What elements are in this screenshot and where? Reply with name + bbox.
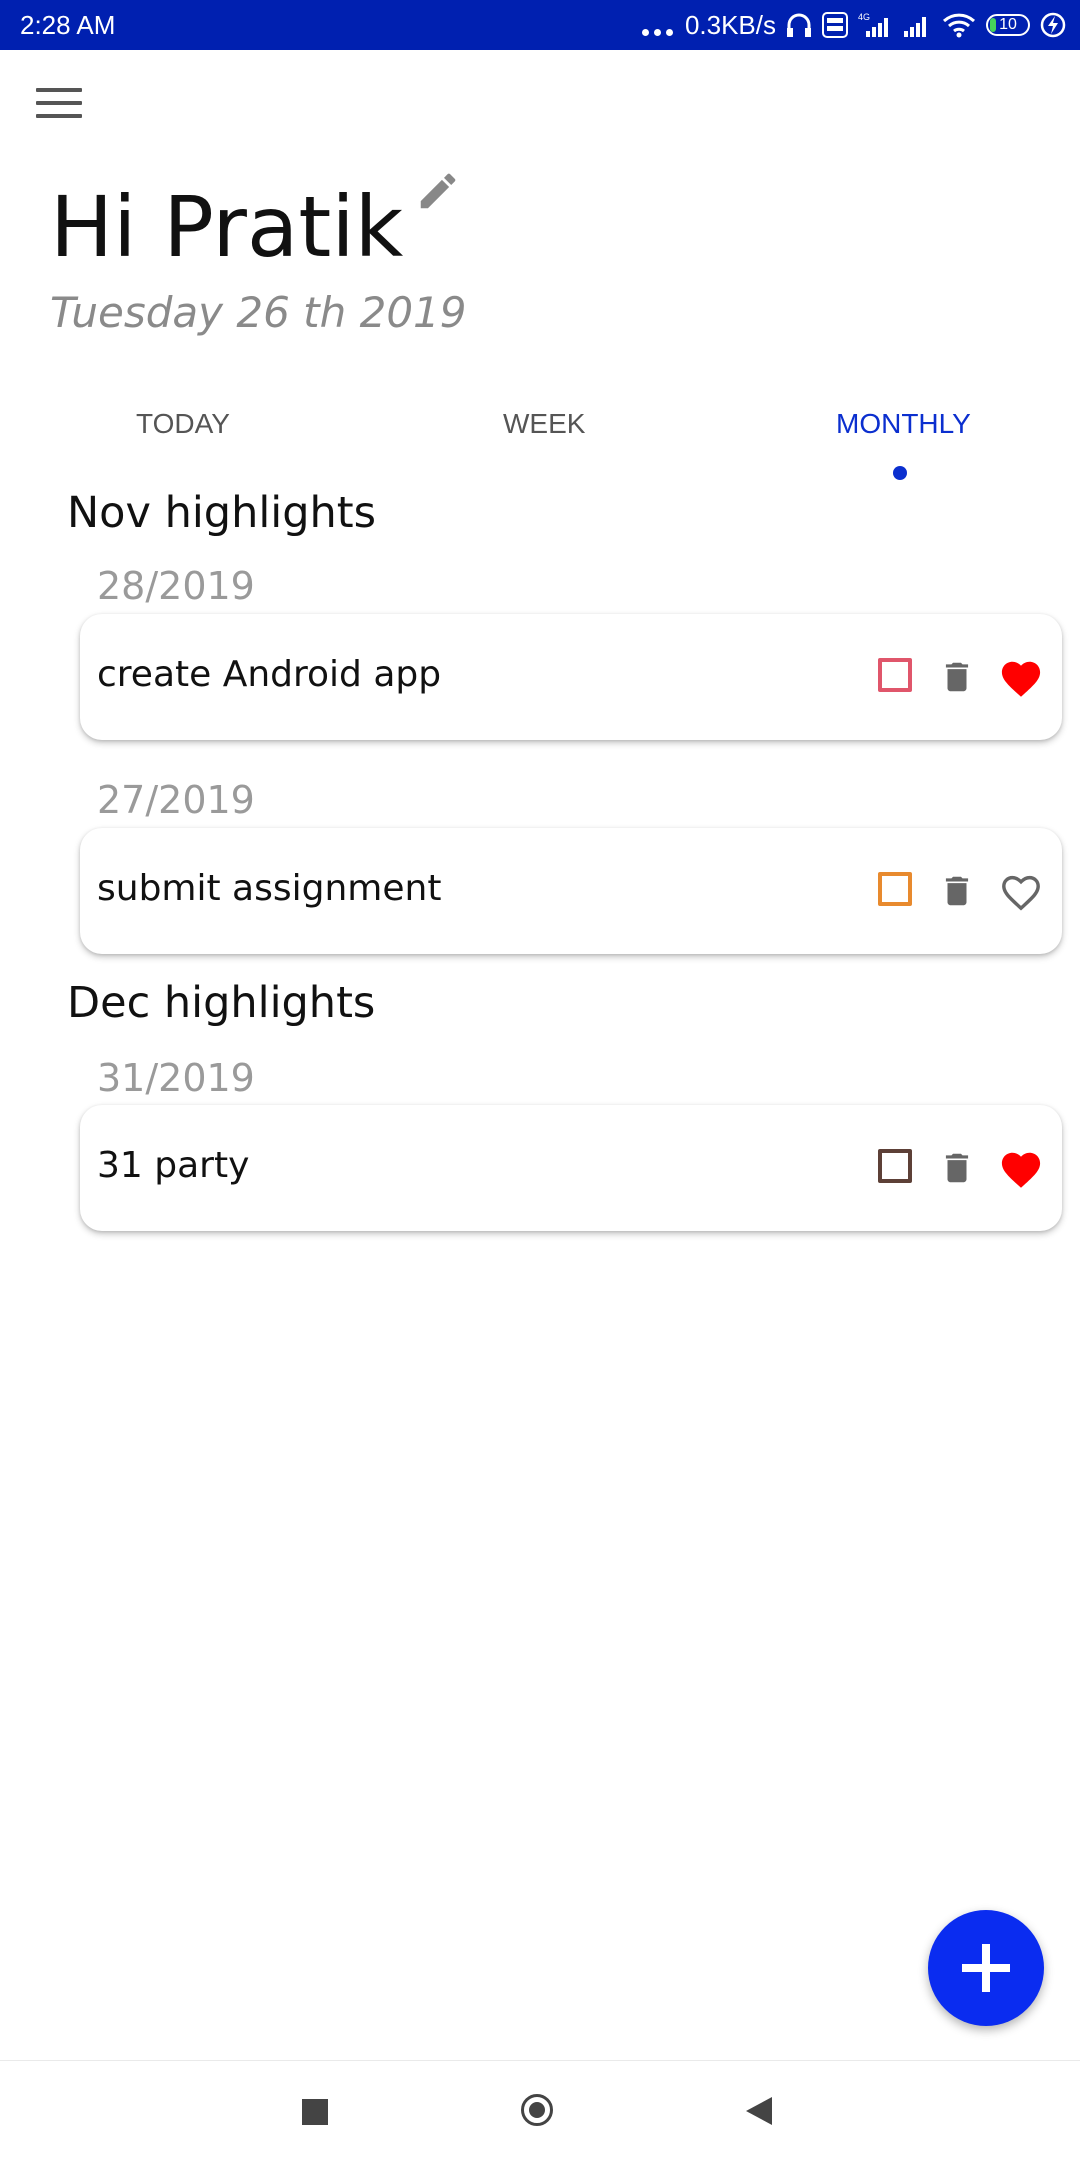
recents-icon[interactable] (302, 2099, 328, 2125)
add-task-button[interactable] (928, 1910, 1044, 2026)
date-label: 31/2019 (97, 1056, 255, 1100)
status-time: 2:28 AM (20, 10, 116, 40)
signal-4g-icon: 4G (858, 12, 888, 37)
headphones-icon (787, 13, 811, 37)
task-card[interactable]: submit assignment (80, 828, 1062, 954)
svg-text:4G: 4G (858, 12, 870, 22)
tab-today[interactable]: TODAY (136, 408, 230, 440)
task-checkbox[interactable] (878, 658, 912, 692)
task-title: create Android app (97, 654, 442, 695)
task-title: 31 party (97, 1145, 250, 1186)
task-card[interactable]: create Android app (80, 614, 1062, 740)
heart-icon[interactable] (998, 656, 1044, 698)
wifi-icon (942, 13, 976, 38)
pencil-icon[interactable] (415, 168, 461, 214)
task-checkbox[interactable] (878, 1149, 912, 1183)
charging-icon (1040, 12, 1066, 38)
home-icon[interactable] (521, 2094, 553, 2126)
battery-level: 10 (999, 16, 1017, 33)
trash-icon[interactable] (938, 870, 976, 912)
network-speed: 0.3KB/s (684, 9, 776, 40)
task-card[interactable]: 31 party (80, 1105, 1062, 1231)
task-title: submit assignment (97, 868, 442, 909)
more-dots-icon (641, 15, 673, 36)
battery-icon: 10 (986, 14, 1030, 36)
tab-monthly[interactable]: MONTHLY (836, 408, 971, 440)
heart-outline-icon[interactable] (998, 870, 1044, 912)
status-bar: 2:28 AM 0.3KB/s 4G 10 (0, 0, 1080, 50)
active-tab-indicator (893, 466, 907, 480)
date-label: 28/2019 (97, 564, 255, 608)
hamburger-menu-icon[interactable] (36, 88, 82, 128)
section-title-nov: Nov highlights (67, 488, 377, 538)
greeting-title: Hi Pratik (50, 178, 404, 276)
task-checkbox[interactable] (878, 872, 912, 906)
back-icon[interactable] (746, 2097, 772, 2125)
volte-icon (822, 12, 848, 38)
section-title-dec: Dec highlights (67, 978, 376, 1028)
heart-icon[interactable] (998, 1147, 1044, 1189)
tab-week[interactable]: WEEK (503, 408, 585, 440)
date-label: 27/2019 (97, 778, 255, 822)
system-nav-bar (0, 2060, 1080, 2161)
trash-icon[interactable] (938, 1147, 976, 1189)
trash-icon[interactable] (938, 656, 976, 698)
current-date: Tuesday 26 th 2019 (50, 288, 467, 337)
signal-icon (904, 17, 926, 37)
